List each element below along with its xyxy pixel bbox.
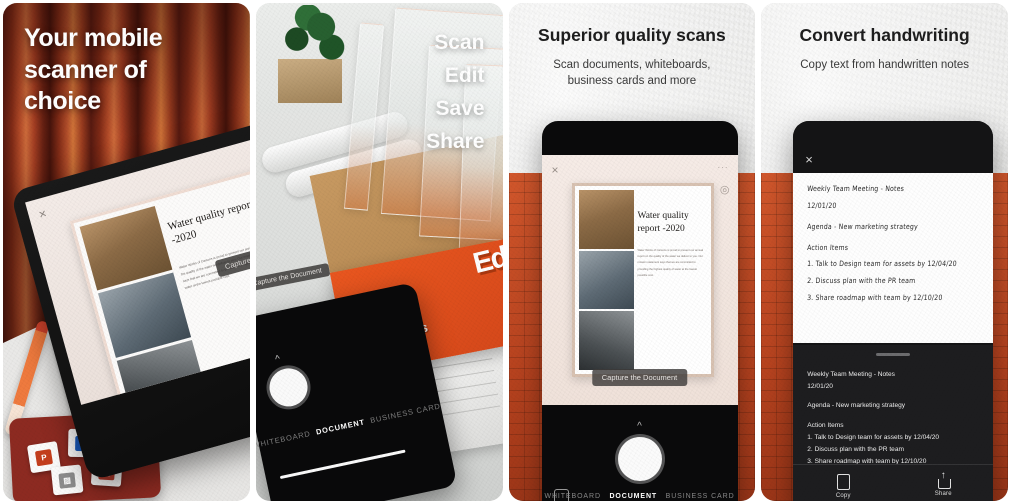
gallery-panel-scan-edit-save-share[interactable]: Scan Edit Save Share Edit Scan Edit File… <box>255 3 503 501</box>
screenshot-gallery: P W ▨ ▤ × Water quality report -2020 Wat… <box>0 0 1011 504</box>
panel4-subhead: Copy text from handwritten notes <box>800 59 969 71</box>
document-title: Water quality report -2020 <box>166 197 250 247</box>
note-line-date: 12/01/20 <box>807 202 838 211</box>
copy-button[interactable]: Copy <box>793 474 893 499</box>
gallery-panel-mobile-scanner[interactable]: P W ▨ ▤ × Water quality report -2020 Wat… <box>3 3 250 501</box>
extracted-text-body: Weekly Team Meeting - Notes 12/01/20 Agen… <box>807 369 981 468</box>
close-icon[interactable]: × <box>805 152 813 167</box>
capture-hint-label: Capture the Document <box>591 369 688 386</box>
panel2-headline: Scan Edit Save Share <box>426 27 484 159</box>
extracted-action-1: 1. Talk to Design team for assets by 12/… <box>807 433 940 441</box>
panel4-headline: Convert handwriting <box>799 25 970 45</box>
camera-mode-document[interactable]: DOCUMENT <box>315 417 366 436</box>
note-line-action-2: 2. Discuss plan with the PR team <box>807 277 916 286</box>
extracted-text-sheet[interactable]: Weekly Team Meeting - Notes 12/01/20 Agen… <box>793 345 994 501</box>
settings-icon[interactable]: ◎ <box>720 183 730 196</box>
phone-device[interactable]: Water quality report -2020 Water Works o… <box>541 121 738 501</box>
panel3-headline: Superior quality scans <box>538 25 726 45</box>
home-indicator <box>279 449 406 480</box>
copy-icon <box>836 474 850 490</box>
handwritten-note-image: Weekly Team Meeting - Notes 12/01/20 Age… <box>793 173 994 343</box>
photo-steel <box>578 250 634 310</box>
chevron-up-icon[interactable]: ^ <box>274 354 281 366</box>
extracted-action-heading: Action Items <box>807 421 844 429</box>
note-line-agenda: Agenda - New marketing strategy <box>807 222 919 232</box>
photo-bridge <box>578 311 634 371</box>
headline-line-scan: Scan <box>434 31 485 54</box>
phone-device[interactable]: × Weekly Team Meeting - Notes 12/01/20 A… <box>793 121 994 501</box>
camera-mode-whiteboard[interactable]: WHITEBOARD <box>256 429 311 450</box>
camera-mode-business-card[interactable]: BUSINESS CARD <box>666 493 735 500</box>
gallery-panel-superior-quality-scans[interactable]: Superior quality scans Scan documents, w… <box>508 3 756 501</box>
share-button[interactable]: Share <box>893 471 993 499</box>
document-body: Water Works of Carsons is proud to prese… <box>637 249 704 277</box>
note-line-action-heading: Action Items <box>807 243 849 252</box>
camera-mode-strip[interactable]: WHITEBOARD DOCUMENT BUSINESS CARD <box>542 493 738 500</box>
copy-button-label: Copy <box>835 493 851 499</box>
extracted-date: 12/01/20 <box>807 383 833 391</box>
share-button-label: Share <box>934 491 952 497</box>
extracted-action-2: 2. Discuss plan with the PR team <box>807 445 904 453</box>
panel3-subhead: Scan documents, whiteboards, business ca… <box>553 59 711 88</box>
note-line-title: Weekly Team Meeting - Notes <box>807 185 905 194</box>
extracted-title: Weekly Team Meeting - Notes <box>807 371 895 378</box>
shutter-button[interactable] <box>617 437 662 481</box>
camera-mode-whiteboard[interactable]: WHITEBOARD <box>544 493 600 500</box>
phone-top-bar <box>793 121 994 173</box>
scanned-document-preview: Water quality report -2020 Water Works o… <box>69 168 250 405</box>
document-title: Water quality report -2020 <box>637 211 689 234</box>
sheet-grabber-handle[interactable] <box>876 353 911 356</box>
document-photo-column <box>578 190 634 371</box>
app-tile-image: ▨ <box>50 464 84 496</box>
share-icon <box>937 471 951 489</box>
headline-line-save: Save <box>435 96 485 120</box>
card-logo-label: Edit <box>469 237 503 281</box>
shutter-button[interactable] <box>265 364 311 410</box>
note-line-action-3: 3. Share roadmap with team by 12/10/20 <box>807 294 944 303</box>
scanned-document-preview: Water quality report -2020 Water Works o… <box>571 183 714 377</box>
photo-sand <box>578 190 634 249</box>
headline-line-edit: Edit <box>444 63 485 87</box>
gallery-panel-convert-handwriting[interactable]: Convert handwriting Copy text from handw… <box>761 3 1008 501</box>
headline-line-share: Share <box>426 129 485 153</box>
sheet-action-bar: Copy Share <box>793 464 994 499</box>
extracted-agenda: Agenda - New marketing strategy <box>807 402 906 410</box>
panel1-headline: Your mobile scanner of choice <box>24 24 163 115</box>
flash-icon[interactable]: ··· <box>718 163 729 172</box>
camera-viewfinder: Water quality report -2020 Water Works o… <box>541 155 738 405</box>
close-icon[interactable]: × <box>37 206 48 222</box>
camera-mode-business-card[interactable]: BUSINESS CARD <box>369 401 441 425</box>
chevron-up-icon[interactable]: ^ <box>637 421 642 432</box>
plant-leaves <box>273 5 350 67</box>
camera-mode-document[interactable]: DOCUMENT <box>609 493 657 500</box>
note-line-action-1: 1. Talk to Design team for assets by 12/… <box>807 260 958 269</box>
close-icon[interactable]: × <box>552 163 559 177</box>
